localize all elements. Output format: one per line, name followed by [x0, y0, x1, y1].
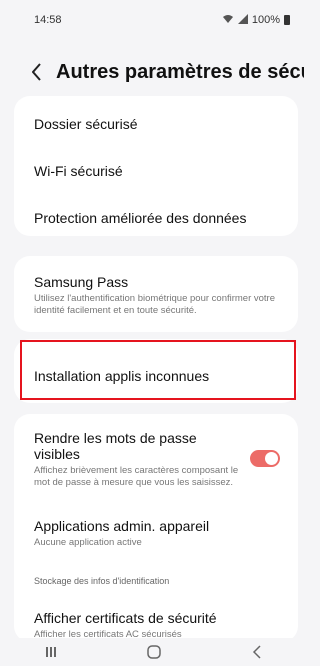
samsung-pass-item[interactable]: Samsung Pass Utilisez l'authentification… — [34, 274, 284, 317]
visible-passwords-item[interactable]: Rendre les mots de passe visibles Affich… — [34, 430, 240, 489]
wifi-icon — [222, 14, 234, 27]
item-subtitle: Utilisez l'authentification biométrique … — [34, 293, 276, 316]
back-icon[interactable] — [237, 640, 277, 664]
item-subtitle: Affichez brièvement les caractères compo… — [34, 465, 239, 488]
status-time: 14:58 — [34, 14, 62, 26]
device-admin-item[interactable]: Applications admin. appareil Aucune appl… — [34, 518, 284, 549]
item-title: Afficher certificats de sécurité — [34, 610, 217, 626]
app-header: Autres paramètres de sécu... — [0, 52, 308, 92]
item-subtitle: Aucune application active — [34, 537, 142, 548]
chevron-left-icon[interactable] — [30, 61, 44, 83]
secure-wifi-item[interactable]: Wi-Fi sécurisé — [34, 163, 284, 179]
item-title: Applications admin. appareil — [34, 518, 210, 534]
item-title: Samsung Pass — [34, 274, 129, 290]
item-title: Dossier sécurisé — [34, 116, 138, 132]
security-certs-item[interactable]: Afficher certificats de sécurité Affiche… — [34, 610, 284, 641]
data-protection-item[interactable]: Protection améliorée des données — [34, 210, 284, 226]
home-icon[interactable] — [134, 640, 174, 664]
status-icons: 100% — [222, 13, 290, 27]
highlight-frame — [20, 340, 296, 400]
item-title: Rendre les mots de passe visibles — [34, 430, 197, 462]
battery-percent: 100% — [251, 14, 280, 26]
settings-group-1: Dossier sécurisé Wi-Fi sécurisé Protecti… — [14, 96, 298, 236]
item-title: Protection améliorée des données — [34, 210, 247, 226]
page-title: Autres paramètres de sécu... — [56, 60, 304, 83]
nav-bar — [0, 638, 308, 666]
recent-apps-icon[interactable] — [31, 640, 71, 664]
settings-group-2: Samsung Pass Utilisez l'authentification… — [14, 256, 298, 332]
secure-folder-item[interactable]: Dossier sécurisé — [34, 116, 284, 132]
status-bar: 14:58 100% — [0, 0, 308, 40]
signal-icon — [237, 13, 248, 27]
item-title: Wi-Fi sécurisé — [34, 163, 123, 179]
settings-group-4: Rendre les mots de passe visibles Affich… — [14, 414, 298, 642]
visible-passwords-toggle[interactable] — [250, 450, 280, 467]
section-header: Stockage des infos d'identification — [34, 576, 170, 586]
battery-icon — [284, 15, 290, 25]
